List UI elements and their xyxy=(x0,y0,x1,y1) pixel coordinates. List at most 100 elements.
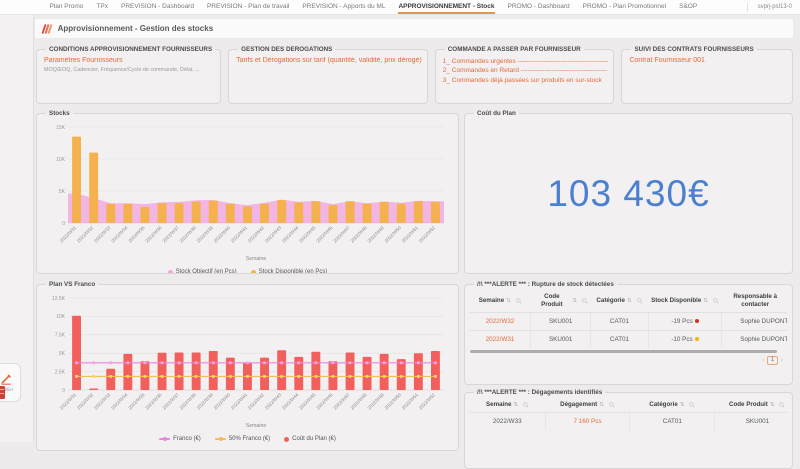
brand-slash-icon xyxy=(41,23,53,34)
svg-text:2022/W45: 2022/W45 xyxy=(298,392,317,411)
search-icon[interactable] xyxy=(523,402,529,408)
pagination: ‹ 1 › xyxy=(470,355,787,365)
svg-text:2022/W47: 2022/W47 xyxy=(332,225,351,244)
card-commandes-fournisseur: COMMANDE A PASSER PAR FOURNISSEUR 1_ Com… xyxy=(434,46,615,104)
nav-tab-3[interactable]: PREVISION - Plan de travail xyxy=(207,0,289,14)
search-icon[interactable] xyxy=(609,402,615,408)
commandes-link-2[interactable]: 2_ Commandes en Retard -----------------… xyxy=(443,67,609,74)
table-row[interactable]: 2022/W32 SKU001 CAT01 -19 Pcs Sophie DUPONT xyxy=(470,311,787,330)
cell-link[interactable]: 2022/W31 xyxy=(486,336,515,343)
search-icon[interactable] xyxy=(582,298,588,304)
cell-text: SKU001 xyxy=(745,417,770,425)
commandes-link-3[interactable]: 3_ Commandes déjà passées sur produits e… xyxy=(443,77,609,84)
svg-text:7.5K: 7.5K xyxy=(55,333,66,339)
stocks-chart-legend: Stock Objectif (en Pcs) Stock Disponible … xyxy=(42,269,453,274)
svg-text:2022/W42: 2022/W42 xyxy=(247,392,266,411)
column-header[interactable]: Catégorie ⇅ xyxy=(630,398,715,412)
table-cell: -10 Pcs xyxy=(647,329,722,348)
cell-link[interactable]: 2022/W32 xyxy=(486,318,515,325)
sort-icon[interactable]: ⇅ xyxy=(572,298,577,304)
prev-page-icon[interactable]: ‹ xyxy=(762,357,764,364)
table-cell: 2022/W33 xyxy=(470,411,546,430)
sort-icon[interactable]: ⇅ xyxy=(627,298,632,304)
sort-icon[interactable]: ⇅ xyxy=(770,402,775,408)
nav-tab-7[interactable]: PROMO - Plan Promotionnel xyxy=(583,0,666,14)
svg-text:2022/W32: 2022/W32 xyxy=(76,392,95,411)
card-conditions-title: CONDITIONS APPROVISIONNEMENT FOURNISSEUR… xyxy=(49,46,213,53)
horizontal-scrollbar[interactable] xyxy=(470,349,778,353)
partial-red-icon[interactable] xyxy=(0,386,5,399)
card-gestion-derogations: GESTION DES DEROGATIONS Tarifs et Déroga… xyxy=(228,46,428,104)
search-icon[interactable] xyxy=(689,402,696,408)
column-header[interactable]: Stock Disponible ⇅ xyxy=(648,290,722,312)
legend-label: 50% Franco (€) xyxy=(228,436,271,442)
column-header[interactable]: Catégorie ⇅ xyxy=(591,290,648,312)
svg-text:2022/W33: 2022/W33 xyxy=(93,392,112,411)
chart-svg: 02.5K5K7.5K10K12.5K2022/W312022/W322022/… xyxy=(52,296,444,429)
column-header[interactable]: Semaine ⇅ xyxy=(470,398,545,412)
legend-item[interactable]: Coût du Plan (€) xyxy=(284,436,336,442)
svg-text:2022/W50: 2022/W50 xyxy=(384,225,403,244)
card-suivi-contrats: SUIVI DES CONTRATS FOURNISSEURS Contrat … xyxy=(621,46,793,104)
environment-label: svprj-psl13-0 xyxy=(746,2,800,12)
legend-item[interactable]: Stock Objectif (en Pcs) xyxy=(167,269,237,274)
cell-text: CAT01 xyxy=(609,335,630,343)
nav-tab-2[interactable]: PREVISION - Dashboard xyxy=(121,0,194,14)
legend-item[interactable]: Franco (€) xyxy=(159,436,201,442)
svg-text:2022/W47: 2022/W47 xyxy=(332,392,351,411)
search-icon[interactable] xyxy=(713,298,719,304)
svg-text:2022/W48: 2022/W48 xyxy=(349,392,368,411)
sort-icon[interactable]: ⇅ xyxy=(680,402,685,408)
legend-item[interactable]: Stock Disponible (en Pcs) xyxy=(250,269,327,273)
commandes-link-1[interactable]: 1_ Commandes urgentes ------------------… xyxy=(443,58,609,65)
search-icon[interactable] xyxy=(779,402,786,408)
svg-text:Semaine: Semaine xyxy=(246,256,267,262)
contrat-fournisseur-link[interactable]: Contrat Fournisseur 001 xyxy=(629,57,787,64)
table-row[interactable]: 2022/W31 SKU001 CAT01 -10 Pcs Sophie DUPONT xyxy=(470,329,787,348)
plan-vs-franco-chart: 0 2.5K 5K 7.5K 10K 12.5K 2022/W31 2022/W32 2022/… xyxy=(42,290,453,435)
nav-tab-8[interactable]: S&OP xyxy=(679,0,697,14)
sort-icon[interactable]: ⇅ xyxy=(506,298,511,304)
nav-tab-5[interactable]: APPROVISIONNEMENT - Stock xyxy=(398,0,495,14)
svg-text:2022/W41: 2022/W41 xyxy=(230,392,249,411)
plan-vs-franco-legend: Franco (€) 50% Franco (€) Coût du Plan (€) xyxy=(42,436,453,442)
cout-du-plan-value: 103 430€ xyxy=(547,173,710,214)
legend-dot-marker xyxy=(284,436,290,442)
table-row[interactable]: 2022/W33 7 160 Pcs CAT01 SKU001 xyxy=(470,411,787,430)
table-cell: 2022/W32 xyxy=(470,311,531,330)
parametres-fournisseurs-link[interactable]: Paramètres Fournisseurs xyxy=(44,57,215,64)
nav-tab-1[interactable]: TPx xyxy=(96,0,108,14)
svg-text:2022/W31: 2022/W31 xyxy=(59,392,78,411)
page-number[interactable]: 1 xyxy=(767,355,778,365)
cell-link[interactable]: 7 160 Pcs xyxy=(573,418,601,425)
legend-dot-marker xyxy=(167,269,173,273)
nav-tab-0[interactable]: Plan Promo xyxy=(49,0,83,14)
nav-tab-6[interactable]: PROMO - Dashboard xyxy=(508,0,570,14)
column-header[interactable]: Responsable à contacter⇅ xyxy=(722,290,787,312)
next-page-icon[interactable]: › xyxy=(781,357,783,364)
svg-text:2022/W37: 2022/W37 xyxy=(161,392,180,411)
card-stocks-chart: Stocks 0 5K 10K 15K 2022/W31 2022/W32 2022/W33… xyxy=(36,110,459,274)
tarifs-derogations-link[interactable]: Tarifs et Dérogations sur tarif (quantit… xyxy=(236,57,422,64)
svg-text:2022/W34: 2022/W34 xyxy=(110,392,129,411)
svg-text:2022/W35: 2022/W35 xyxy=(127,392,146,411)
card-contrats-title: SUIVI DES CONTRATS FOURNISSEURS xyxy=(634,46,754,53)
search-icon[interactable] xyxy=(636,298,643,304)
sort-icon[interactable]: ⇅ xyxy=(599,402,604,408)
sort-icon[interactable]: ⇅ xyxy=(513,402,518,408)
legend-item[interactable]: 50% Franco (€) xyxy=(214,436,271,442)
column-header[interactable]: Code Produit ⇅ xyxy=(530,290,590,312)
nav-tab-4[interactable]: PREVISION - Apports du ML xyxy=(302,0,385,14)
svg-text:2022/W46: 2022/W46 xyxy=(315,392,334,411)
table-cell: Sophie DUPONT xyxy=(721,311,787,330)
column-header[interactable]: Dégagement ⇅ xyxy=(545,398,630,412)
search-icon[interactable] xyxy=(516,298,522,304)
sort-icon[interactable]: ⇅ xyxy=(703,298,708,304)
table-cell: SKU001 xyxy=(529,311,591,330)
column-header[interactable]: Code Produit ⇅ xyxy=(715,398,787,412)
column-header[interactable]: Semaine ⇅ xyxy=(470,290,530,312)
legend-label: Stock Objectif (en Pcs) xyxy=(175,269,237,274)
legend-label: Coût du Plan (€) xyxy=(292,436,336,442)
rupture-table: Semaine ⇅ Code Produit ⇅ Catégorie ⇅ Stock Dis… xyxy=(470,290,787,348)
status-dot-icon xyxy=(694,336,699,341)
